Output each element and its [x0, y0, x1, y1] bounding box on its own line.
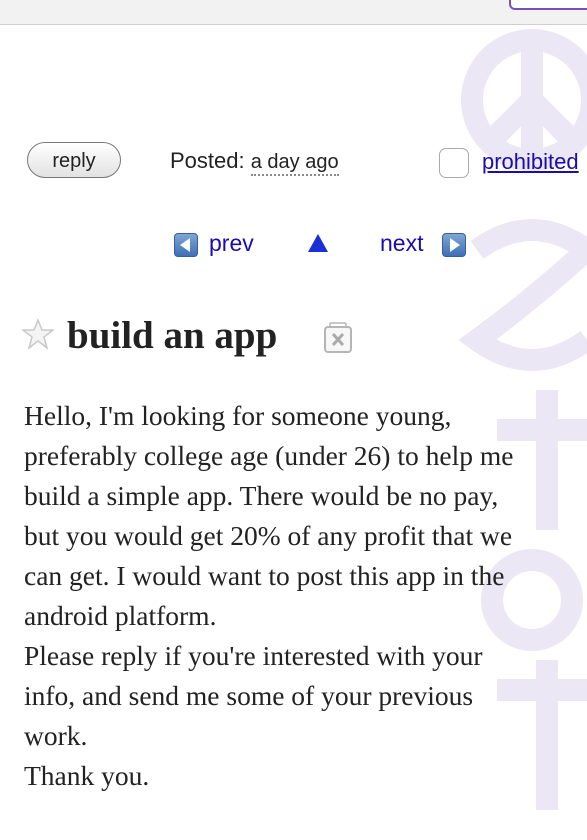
post-body-line: preferably college age (under 26) to hel…: [24, 440, 514, 471]
posted-info: Posted: a day ago: [170, 148, 339, 176]
post-body-line: but you would get 20% of any profit that…: [24, 520, 513, 551]
posted-time: a day ago: [250, 151, 339, 176]
prev-link[interactable]: prev: [209, 230, 254, 257]
posted-label: Posted:: [170, 148, 245, 173]
post-title: build an app: [67, 314, 278, 357]
up-arrow-icon[interactable]: [308, 234, 328, 252]
post-body-line: info, and send me some of your previous: [24, 680, 474, 711]
next-link[interactable]: next: [380, 230, 423, 257]
post-body-line: Thank you.: [24, 760, 150, 791]
top-bar-tab[interactable]: [509, 0, 587, 10]
post-body-line: Hello, I'm looking for someone young,: [24, 400, 452, 431]
post-body-line: android platform.: [24, 600, 217, 631]
post-body-line: can get. I would want to post this app i…: [24, 560, 505, 591]
star-icon[interactable]: [22, 318, 54, 350]
post-body-line: build a simple app. There would be no pa…: [24, 480, 499, 511]
prohibited-link[interactable]: prohibited: [482, 149, 579, 175]
trash-icon[interactable]: [322, 320, 354, 354]
post-body-line: Please reply if you're interested with y…: [24, 640, 483, 671]
browser-top-bar: [0, 0, 587, 25]
post-body: Hello, I'm looking for someone young, pr…: [24, 396, 587, 796]
prohibited-checkbox[interactable]: [439, 148, 469, 178]
reply-button[interactable]: reply: [27, 142, 121, 178]
prev-arrow-icon[interactable]: [174, 233, 198, 257]
next-arrow-icon[interactable]: [442, 233, 466, 257]
post-body-line: work.: [24, 720, 88, 751]
